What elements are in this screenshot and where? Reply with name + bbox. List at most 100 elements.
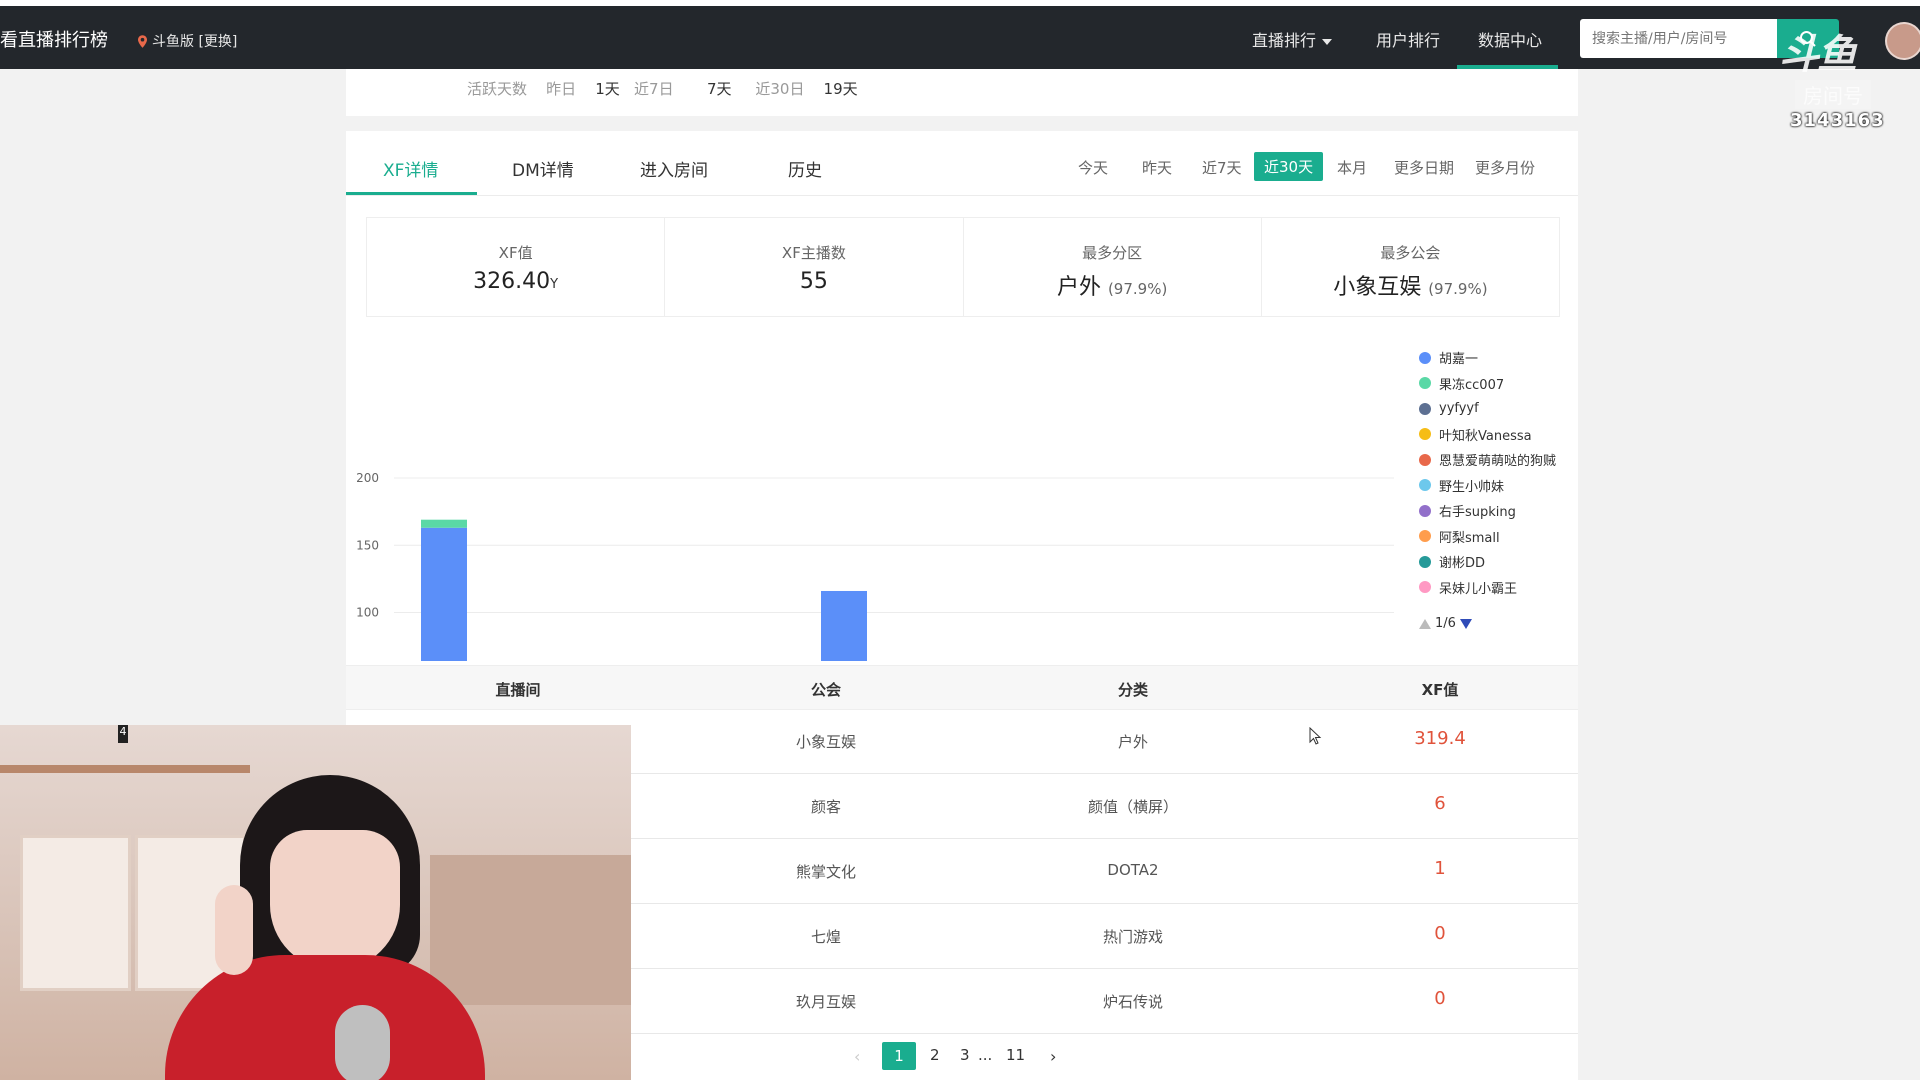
range-yesterday[interactable]: 昨天 bbox=[1142, 157, 1172, 178]
legend-item[interactable]: 谢彬DD bbox=[1419, 549, 1556, 575]
last30-label: 近30日 bbox=[755, 80, 805, 98]
last7-label: 近7日 bbox=[634, 80, 674, 98]
tab-history[interactable]: 历史 bbox=[788, 156, 822, 181]
stat-guild-pct: (97.9%) bbox=[1428, 280, 1488, 298]
legend-item[interactable]: 恩慧爱萌萌哒的狗贼 bbox=[1419, 447, 1556, 473]
legend-dot-icon bbox=[1419, 479, 1431, 492]
tab-xf-detail[interactable]: XF详情 bbox=[383, 156, 438, 181]
bar bbox=[421, 527, 467, 661]
stats-summary: XF值 326.40Y XF主播数 55 最多分区 户外 (97.9%) 最多公… bbox=[366, 217, 1560, 317]
legend-next-icon[interactable] bbox=[1459, 618, 1472, 629]
th-xf[interactable]: XF值 bbox=[1422, 679, 1459, 700]
row-xf: 6 bbox=[1434, 793, 1446, 814]
legend-item[interactable]: 野生小帅妹 bbox=[1419, 473, 1556, 499]
legend-item[interactable]: 胡嘉一 bbox=[1419, 345, 1556, 371]
streamer-webcam: 4 bbox=[0, 725, 631, 1080]
location-pin-icon bbox=[138, 34, 147, 48]
row-guild: 玖月互娱 bbox=[795, 993, 857, 1011]
tab-enter-room[interactable]: 进入房间 bbox=[640, 156, 708, 181]
page-next-icon[interactable]: › bbox=[1050, 1047, 1056, 1066]
cam-wall bbox=[430, 855, 631, 1005]
legend-item[interactable]: yyfyyf bbox=[1419, 396, 1556, 422]
cam-badge: 4 bbox=[118, 725, 128, 743]
row-xf: 0 bbox=[1434, 988, 1446, 1009]
microphone-icon bbox=[335, 1005, 390, 1080]
table-header: 直播间 公会 分类 XF值 bbox=[346, 665, 1578, 710]
th-category[interactable]: 分类 bbox=[1118, 679, 1148, 700]
legend-dot-icon bbox=[1419, 504, 1431, 517]
legend-label: 胡嘉一 bbox=[1439, 352, 1479, 368]
bar bbox=[421, 519, 467, 528]
tab-dm-detail[interactable]: DM详情 bbox=[512, 156, 574, 181]
yesterday-value: 1天 bbox=[595, 80, 620, 98]
row-xf: 319.4 bbox=[1414, 728, 1466, 749]
stat-xf-value: 326.40 bbox=[473, 269, 551, 294]
search-input[interactable] bbox=[1580, 19, 1777, 58]
watermark-room-label: 房间号 bbox=[1795, 80, 1871, 109]
stat-xf-label: XF值 bbox=[498, 244, 533, 262]
legend-label: 野生小帅妹 bbox=[1439, 479, 1505, 495]
stat-zone-value: 户外 bbox=[1056, 275, 1101, 300]
row-xf: 0 bbox=[1434, 923, 1446, 944]
stat-zone-pct: (97.9%) bbox=[1107, 280, 1168, 298]
row-category: 户外 bbox=[1117, 733, 1149, 751]
nav-data-center[interactable]: 数据中心 bbox=[1478, 27, 1542, 51]
range-last30[interactable]: 近30天 bbox=[1254, 152, 1324, 181]
legend-label: 呆妹儿小霸王 bbox=[1439, 581, 1518, 597]
legend-item[interactable]: 右手supking bbox=[1419, 498, 1556, 524]
bar bbox=[821, 590, 867, 661]
stat-guild-value: 小象互娱 bbox=[1333, 275, 1422, 300]
range-more-months[interactable]: 更多月份 bbox=[1475, 157, 1535, 178]
stat-zone-label: 最多分区 bbox=[1082, 244, 1143, 262]
chevron-down-icon bbox=[1322, 38, 1333, 45]
row-xf: 1 bbox=[1434, 858, 1446, 879]
page-ellipsis: ... bbox=[978, 1046, 993, 1064]
stat-guild-value-wrap: 小象互娱 (97.9%) bbox=[1262, 269, 1559, 301]
legend-label: 果冻cc007 bbox=[1439, 377, 1505, 393]
th-room[interactable]: 直播间 bbox=[495, 679, 540, 700]
page-1[interactable]: 1 bbox=[882, 1042, 916, 1070]
legend-item[interactable]: 叶知秋Vanessa bbox=[1419, 422, 1556, 448]
legend-item[interactable]: 果冻cc007 bbox=[1419, 371, 1556, 397]
page-prev-icon[interactable]: ‹ bbox=[854, 1047, 860, 1066]
stat-xf: XF值 326.40Y bbox=[367, 218, 666, 316]
stat-anchors-value: 55 bbox=[799, 269, 828, 294]
legend-label: yyfyyf bbox=[1439, 401, 1479, 417]
location-switcher[interactable]: 斗鱼版 [更换] bbox=[138, 31, 237, 51]
page-3[interactable]: 3 bbox=[960, 1046, 970, 1064]
location-label: 斗鱼版 [更换] bbox=[152, 34, 238, 50]
activity-row: 活跃天数 昨日 1天 近7日 7天 近30日 19天 bbox=[467, 78, 858, 99]
range-this-month[interactable]: 本月 bbox=[1337, 157, 1367, 178]
row-category: 颜值（横屏） bbox=[1087, 798, 1179, 816]
range-today[interactable]: 今天 bbox=[1078, 157, 1108, 178]
legend-label: 叶知秋Vanessa bbox=[1439, 428, 1532, 444]
page-2[interactable]: 2 bbox=[930, 1046, 940, 1064]
legend-pager: 1/6 bbox=[1419, 616, 1472, 631]
range-last7[interactable]: 近7天 bbox=[1202, 157, 1242, 178]
legend-item[interactable]: 呆妹儿小霸王 bbox=[1419, 575, 1556, 601]
cam-hand bbox=[215, 885, 253, 975]
legend-dot-icon bbox=[1419, 428, 1431, 441]
legend-label: 右手supking bbox=[1439, 505, 1516, 521]
y-tick-label: 200 bbox=[356, 471, 379, 485]
nav-user-ranking[interactable]: 用户排行 bbox=[1376, 27, 1440, 51]
range-more-dates[interactable]: 更多日期 bbox=[1394, 157, 1454, 178]
mouse-cursor-icon bbox=[1309, 727, 1322, 745]
activity-panel: 活跃天数 昨日 1天 近7日 7天 近30日 19天 bbox=[346, 69, 1578, 116]
cam-cabinet bbox=[20, 835, 131, 991]
legend-item[interactable]: 阿梨small bbox=[1419, 524, 1556, 550]
legend-dot-icon bbox=[1419, 402, 1431, 415]
nav-live-ranking-label: 直播排行 bbox=[1252, 31, 1317, 50]
th-guild[interactable]: 公会 bbox=[811, 679, 841, 700]
page-last[interactable]: 11 bbox=[1006, 1046, 1025, 1064]
legend-prev-icon[interactable] bbox=[1419, 618, 1431, 629]
legend-dot-icon bbox=[1419, 581, 1431, 594]
legend-label: 谢彬DD bbox=[1439, 556, 1486, 572]
cam-shelf bbox=[0, 765, 250, 773]
row-guild: 小象互娱 bbox=[795, 733, 857, 751]
nav-live-ranking[interactable]: 直播排行 bbox=[1252, 27, 1333, 51]
legend-dot-icon bbox=[1419, 453, 1431, 466]
cam-face bbox=[270, 830, 400, 970]
site-brand[interactable]: 看直播排行榜 bbox=[0, 26, 108, 52]
last30-value: 19天 bbox=[823, 80, 858, 98]
